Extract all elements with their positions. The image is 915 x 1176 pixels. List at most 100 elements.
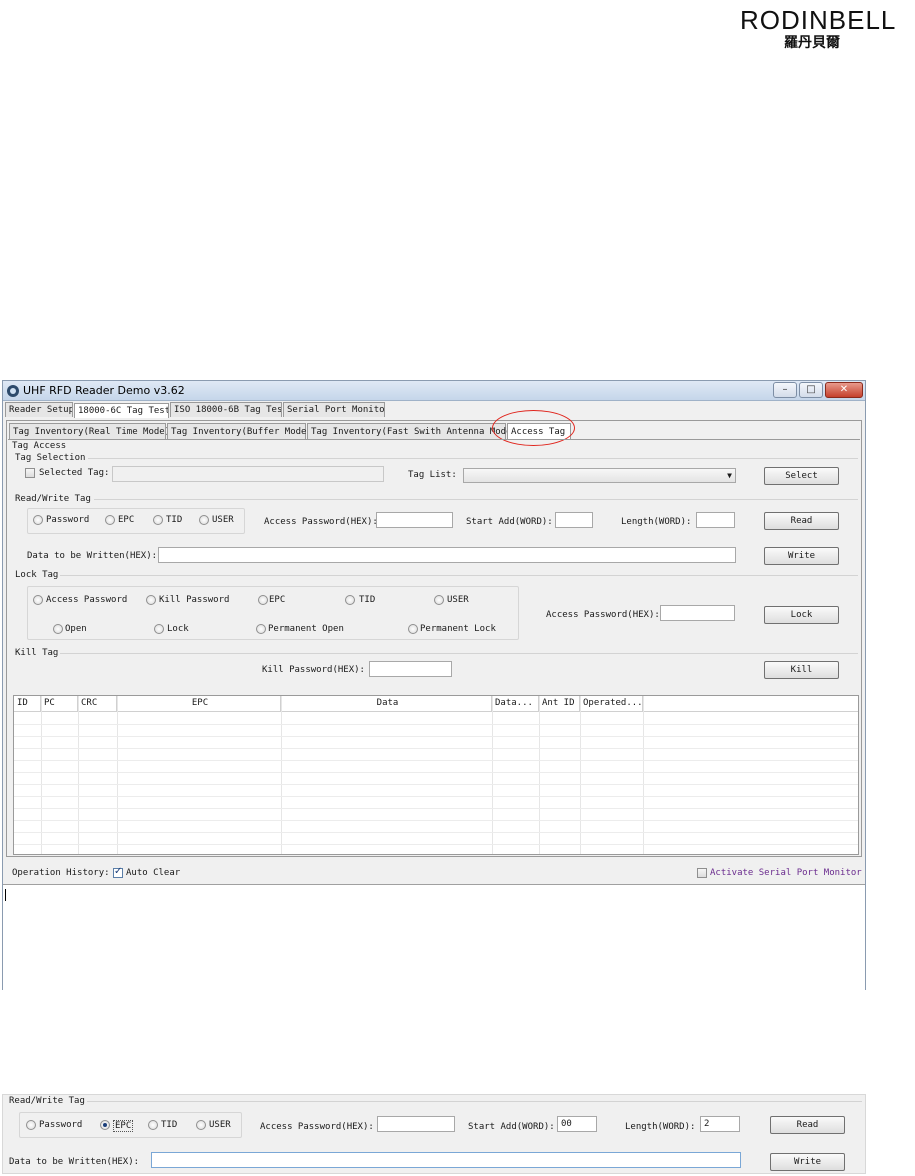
text-caret <box>5 889 6 901</box>
tab-serial-port-monitor[interactable]: Serial Port Monitor <box>283 402 385 417</box>
grid-line <box>14 844 858 845</box>
grid-line <box>14 820 858 821</box>
tag-test-panel: Tag Inventory(Real Time Mode) Tag Invent… <box>6 410 862 857</box>
subtab-fast-switch-inventory[interactable]: Tag Inventory(Fast Swith Antenna Mode) <box>307 423 517 439</box>
col-operated[interactable]: Operated... <box>580 696 643 712</box>
minimize-button[interactable]: – <box>773 382 797 398</box>
crop-access-password-label: Access Password(HEX): <box>260 1122 374 1132</box>
bank-epc-radio[interactable] <box>105 515 115 525</box>
divider <box>94 499 858 500</box>
lock-permanent-open-radio[interactable] <box>256 624 266 634</box>
tab-18000-6c[interactable]: 18000-6C Tag Test <box>74 403 169 418</box>
lock-button[interactable]: Lock <box>764 606 839 624</box>
lock-user-radio[interactable] <box>434 595 444 605</box>
kill-password-input[interactable] <box>369 661 452 677</box>
lock-kill-password-label: Kill Password <box>159 595 230 605</box>
crop-length-input[interactable]: 2 <box>700 1116 740 1132</box>
lock-tid-label: TID <box>359 595 376 605</box>
tab-reader-setup[interactable]: Reader Setup <box>5 402 73 417</box>
tag-list-dropdown[interactable]: ▼ <box>463 468 736 483</box>
length-input[interactable] <box>696 512 735 528</box>
bank-tid-radio[interactable] <box>153 515 163 525</box>
lock-user-label: USER <box>447 595 469 605</box>
grid-line <box>14 796 858 797</box>
col-ant-id[interactable]: Ant ID <box>539 696 580 712</box>
start-address-input[interactable] <box>555 512 593 528</box>
lock-open-label: Open <box>65 624 87 634</box>
col-data-length[interactable]: Data... <box>492 696 539 712</box>
crop-bank-user-radio[interactable] <box>196 1120 206 1130</box>
bank-password-radio[interactable] <box>33 515 43 525</box>
crop-write-button[interactable]: Write <box>770 1153 845 1171</box>
crop-access-password-input[interactable] <box>377 1116 455 1132</box>
lock-open-radio[interactable] <box>53 624 63 634</box>
crop-read-write-heading: Read/Write Tag <box>9 1096 85 1106</box>
crop-bank-epc-radio[interactable] <box>100 1120 110 1130</box>
lock-lock-radio[interactable] <box>154 624 164 634</box>
operation-history-label: Operation History: <box>12 868 110 878</box>
operation-history-log[interactable] <box>3 884 865 990</box>
crop-start-address-input[interactable]: 00 <box>557 1116 597 1132</box>
bank-user-label: USER <box>212 515 234 525</box>
window-controls: – □ ✕ <box>773 382 863 398</box>
lock-epc-radio[interactable] <box>258 595 268 605</box>
auto-clear-label: Auto Clear <box>126 868 181 878</box>
write-button[interactable]: Write <box>764 547 839 565</box>
kill-button[interactable]: Kill <box>764 661 839 679</box>
selected-tag-field[interactable] <box>112 466 384 482</box>
bank-user-radio[interactable] <box>199 515 209 525</box>
grid-line <box>14 772 858 773</box>
col-data[interactable]: Data <box>281 696 492 712</box>
close-button[interactable]: ✕ <box>825 382 863 398</box>
maximize-button[interactable]: □ <box>799 382 823 398</box>
serial-monitor-checkbox[interactable] <box>697 868 707 878</box>
tag-list-label: Tag List: <box>408 470 457 480</box>
subtab-access-tag[interactable]: Access Tag <box>507 423 571 439</box>
grid-line <box>14 736 858 737</box>
grid-line <box>14 832 858 833</box>
app-window: UHF RFD Reader Demo v3.62 – □ ✕ Reader S… <box>2 380 866 990</box>
subtab-real-time-inventory[interactable]: Tag Inventory(Real Time Mode) <box>9 423 170 439</box>
lock-permanent-lock-label: Permanent Lock <box>420 624 496 634</box>
access-password-label: Access Password(HEX): <box>264 517 378 527</box>
lock-access-password-input[interactable] <box>660 605 735 621</box>
crop-bank-epc-label: EPC <box>113 1120 134 1132</box>
dropdown-arrow-icon: ▼ <box>727 471 732 480</box>
crop-bank-password-label: Password <box>39 1120 83 1130</box>
serial-monitor-label: Activate Serial Port Monitor <box>710 868 862 878</box>
crop-data-to-write-label: Data to be Written(HEX): <box>9 1157 140 1167</box>
crop-read-button[interactable]: Read <box>770 1116 845 1134</box>
select-button[interactable]: Select <box>764 467 839 485</box>
read-write-detail-crop: Read/Write Tag Password EPC TID USER Acc… <box>2 1094 866 1174</box>
crop-bank-tid-radio[interactable] <box>148 1120 158 1130</box>
operation-result-table: ID PC CRC EPC Data Data... Ant ID Operat… <box>13 695 859 855</box>
tab-iso-18000-6b[interactable]: ISO 18000-6B Tag Test <box>170 402 282 417</box>
access-password-input[interactable] <box>376 512 453 528</box>
crop-bank-password-radio[interactable] <box>26 1120 36 1130</box>
col-pc[interactable]: PC <box>41 696 78 712</box>
crop-length-label: Length(WORD): <box>625 1122 696 1132</box>
col-crc[interactable]: CRC <box>78 696 117 712</box>
lock-tid-radio[interactable] <box>345 595 355 605</box>
divider <box>60 653 858 654</box>
app-icon <box>7 385 19 397</box>
data-to-write-input[interactable] <box>158 547 736 563</box>
window-title: UHF RFD Reader Demo v3.62 <box>23 384 185 397</box>
crop-data-to-write-input[interactable] <box>151 1152 741 1168</box>
crop-bank-tid-label: TID <box>161 1120 178 1130</box>
kill-password-label: Kill Password(HEX): <box>262 665 365 675</box>
auto-clear-checkbox[interactable] <box>113 866 123 878</box>
lock-permanent-lock-radio[interactable] <box>408 624 418 634</box>
subtab-buffer-inventory[interactable]: Tag Inventory(Buffer Mode) <box>167 423 312 439</box>
selected-tag-checkbox[interactable] <box>25 468 35 478</box>
grid-line <box>14 760 858 761</box>
lock-access-password-radio[interactable] <box>33 595 43 605</box>
read-button[interactable]: Read <box>764 512 839 530</box>
lock-epc-label: EPC <box>269 595 286 605</box>
lock-permanent-open-label: Permanent Open <box>268 624 344 634</box>
bank-password-label: Password <box>46 515 90 525</box>
grid-line <box>14 808 858 809</box>
col-id[interactable]: ID <box>14 696 41 712</box>
lock-kill-password-radio[interactable] <box>146 595 156 605</box>
col-epc[interactable]: EPC <box>117 696 281 712</box>
